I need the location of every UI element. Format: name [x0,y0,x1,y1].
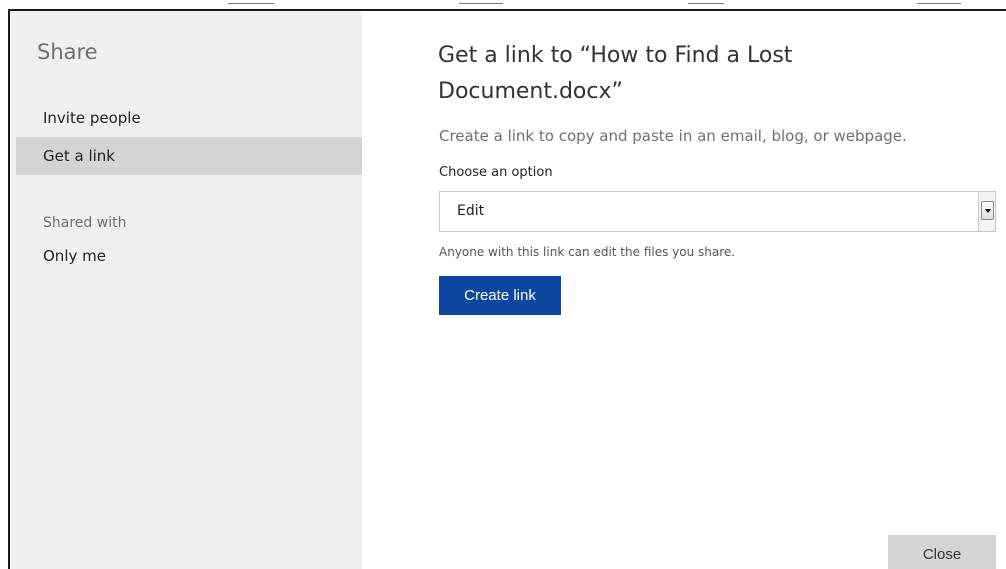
select-dropdown-button[interactable] [978,192,995,231]
panel-title: Get a link to “How to Find a Lost Docume… [438,43,793,104]
dialog-title: Share [37,40,98,64]
close-button[interactable]: Close [888,535,996,569]
permission-select[interactable]: Edit [439,191,996,232]
permission-select-value: Edit [457,203,485,219]
permission-hint: Anyone with this link can edit the files… [439,245,736,259]
share-window: Share Invite people Get a link Shared wi… [0,0,1006,569]
create-link-button[interactable]: Create link [439,276,561,315]
background-divider [459,3,503,4]
chevron-down-icon [981,201,994,220]
get-link-panel: Get a link to “How to Find a Lost Docume… [362,11,1006,569]
panel-subtitle: Create a link to copy and paste in an em… [439,127,907,145]
background-divider [688,3,724,4]
share-dialog: Share Invite people Get a link Shared wi… [8,9,1006,569]
share-sidebar: Share Invite people Get a link Shared wi… [10,11,362,569]
sidebar-item-get-a-link[interactable]: Get a link [16,137,362,175]
background-divider [228,3,274,4]
shared-with-value: Only me [43,247,106,265]
background-divider [917,3,961,4]
shared-with-label: Shared with [43,215,127,231]
background-document-strip [0,0,1006,9]
sidebar-item-invite-people[interactable]: Invite people [16,99,362,137]
option-label: Choose an option [439,165,553,180]
